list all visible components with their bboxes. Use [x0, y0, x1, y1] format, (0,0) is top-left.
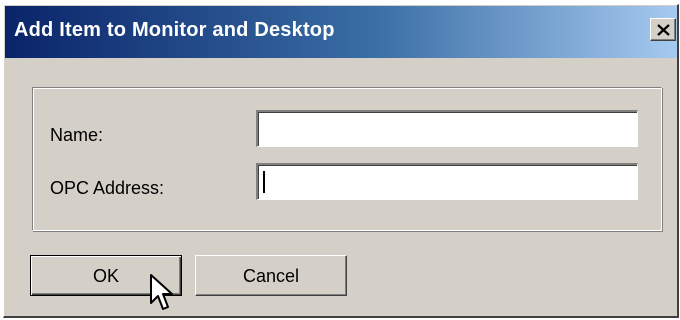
- close-button[interactable]: [650, 18, 676, 41]
- text-caret: [263, 171, 265, 193]
- cancel-button-label: Cancel: [242, 266, 300, 286]
- mouse-pointer-icon: [150, 274, 173, 310]
- close-icon: [657, 24, 670, 36]
- item-groupbox: [32, 87, 662, 231]
- name-label: Name:: [50, 125, 104, 145]
- title-bar[interactable]: Add Item to Monitor and Desktop: [5, 6, 677, 58]
- ok-button-label: OK: [92, 266, 119, 286]
- window-title: Add Item to Monitor and Desktop: [14, 19, 335, 41]
- opc-address-label: OPC Address:: [50, 178, 165, 198]
- cancel-button[interactable]: Cancel: [195, 255, 347, 296]
- opc-address-field[interactable]: [256, 163, 638, 200]
- name-field[interactable]: [256, 110, 638, 147]
- dialog-window: Add Item to Monitor and Desktop Name: OP…: [3, 4, 679, 318]
